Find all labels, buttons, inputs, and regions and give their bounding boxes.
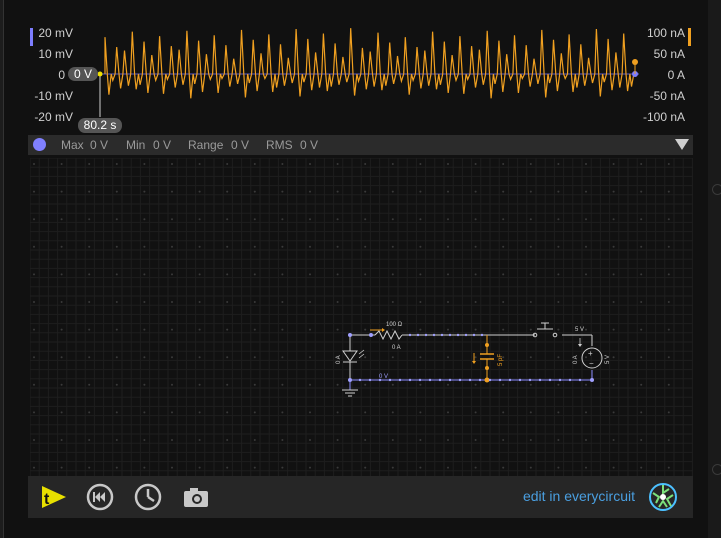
- right-panel-edge: [708, 0, 721, 538]
- svg-text:t: t: [44, 491, 50, 508]
- collapse-triangle-icon[interactable]: [675, 139, 689, 151]
- clock-icon[interactable]: [133, 482, 163, 512]
- left-tick-label: 10 mV: [38, 47, 73, 61]
- max-value: 0 V: [90, 138, 109, 152]
- led: [342, 350, 358, 362]
- resistor: [374, 329, 403, 341]
- edit-in-everycircuit-link[interactable]: edit in everycircuit: [523, 488, 635, 504]
- source-value-label: 5 V: [605, 355, 611, 364]
- circuit-canvas[interactable]: + − 100 Ω 0 A 0 V 5 V 0 A 5 pF 0 A 5 V: [30, 158, 693, 476]
- resistor-value-label: 100 Ω: [386, 322, 403, 328]
- min-label: Min: [126, 138, 146, 152]
- max-label: Max: [61, 138, 84, 152]
- right-channel-marker: [688, 28, 691, 46]
- left-tick-label: 20 mV: [38, 26, 73, 40]
- current-trace: [104, 28, 635, 99]
- scope-trace-area[interactable]: [85, 20, 639, 135]
- camera-icon[interactable]: [181, 482, 211, 512]
- cursor-dot: [97, 71, 103, 77]
- resistor-current-label: 0 A: [392, 345, 401, 351]
- cursor-value-badge: 0 V: [68, 67, 98, 81]
- range-value: 0 V: [231, 138, 250, 152]
- edge-ring-icon: [712, 464, 721, 475]
- svg-text:−: −: [589, 359, 594, 368]
- left-tick-label: 0: [58, 68, 65, 82]
- oscilloscope-panel[interactable]: 20 mV 10 mV 0 -10 mV -20 mV 100 nA 50 nA…: [25, 20, 696, 135]
- left-tick-label: -20 mV: [34, 110, 73, 124]
- circuit-schematic[interactable]: + − 100 Ω 0 A 0 V 5 V 0 A 5 pF 0 A 5 V: [30, 158, 693, 476]
- led-current-label: 0 A: [336, 355, 342, 364]
- min-value: 0 V: [153, 138, 172, 152]
- left-tick-label: -10 mV: [34, 89, 73, 103]
- channel-color-dot[interactable]: [33, 138, 46, 151]
- bottom-toolbar: t edit in everycircuit: [28, 476, 693, 518]
- rms-label: RMS: [266, 138, 293, 152]
- cursor-time-badge[interactable]: 80.2 s: [78, 118, 122, 133]
- ground-wire-label: 0 V: [379, 374, 388, 380]
- measurement-bar: Max 0 V Min 0 V Range 0 V RMS 0 V: [28, 135, 693, 155]
- range-label: Range: [188, 138, 224, 152]
- rewind-icon[interactable]: [85, 482, 115, 512]
- rms-value: 0 V: [300, 138, 319, 152]
- capacitor-value-label: 5 pF: [498, 354, 504, 366]
- svg-text:+: +: [588, 349, 593, 358]
- logo-icon[interactable]: t: [38, 482, 68, 512]
- source-top-label: 5 V: [575, 327, 584, 333]
- source-current-label: 0 A: [573, 355, 579, 364]
- edge-ring-icon: [712, 184, 721, 195]
- everycircuit-logo-icon[interactable]: [645, 479, 681, 515]
